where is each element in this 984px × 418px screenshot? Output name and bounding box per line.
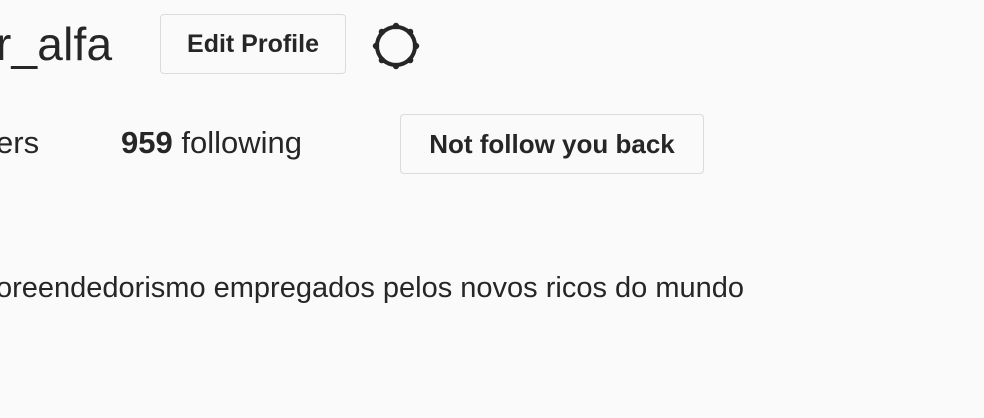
following-count: 959 [121, 125, 173, 160]
profile-username: r_alfa [0, 18, 113, 70]
profile-header: r_alfa Edit Profile ers 959 following No… [0, 0, 984, 418]
followers-label: ers [0, 125, 40, 160]
gear-icon[interactable] [370, 20, 422, 72]
followers-stat[interactable]: ers [0, 120, 39, 166]
following-stat[interactable]: 959 following [121, 120, 302, 166]
profile-bio: oreendedorismo empregados pelos novos ri… [0, 272, 744, 304]
edit-profile-button[interactable]: Edit Profile [160, 14, 346, 74]
following-label: following [181, 125, 302, 160]
not-follow-you-back-button[interactable]: Not follow you back [400, 114, 704, 174]
